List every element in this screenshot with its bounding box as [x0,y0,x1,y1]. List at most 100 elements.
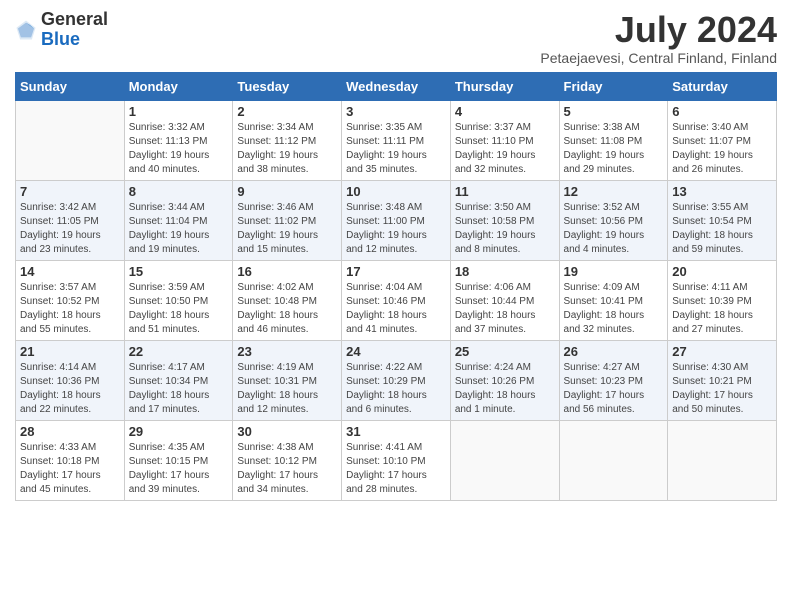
day-number: 17 [346,264,446,279]
day-info: Sunrise: 3:40 AM Sunset: 11:07 PM Daylig… [672,121,772,177]
logo-text: General Blue [41,10,108,50]
calendar-cell [16,100,125,180]
location-subtitle: Petaejaevesi, Central Finland, Finland [540,50,777,66]
calendar-cell: 1 Sunrise: 3:32 AM Sunset: 11:13 PM Dayli… [124,100,233,180]
day-info: Sunrise: 3:50 AM Sunset: 10:58 PM Daylig… [455,201,555,257]
day-number: 25 [455,344,555,359]
calendar-cell: 24 Sunrise: 4:22 AM Sunset: 10:29 PM Dayl… [342,340,451,420]
day-number: 14 [20,264,120,279]
calendar-cell: 11 Sunrise: 3:50 AM Sunset: 10:58 PM Dayl… [450,180,559,260]
logo-general: General [41,10,108,30]
day-info: Sunrise: 3:37 AM Sunset: 11:10 PM Daylig… [455,121,555,177]
day-number: 26 [564,344,664,359]
day-info: Sunrise: 3:34 AM Sunset: 11:12 PM Daylig… [237,121,337,177]
day-number: 21 [20,344,120,359]
day-info: Sunrise: 4:33 AM Sunset: 10:18 PM Daylig… [20,441,120,497]
calendar-table: SundayMondayTuesdayWednesdayThursdayFrid… [15,72,777,501]
calendar-cell: 27Sunrise: 4:30 AM Sunset: 10:21 PM Dayl… [668,340,777,420]
header-thursday: Thursday [450,72,559,100]
day-info: Sunrise: 3:44 AM Sunset: 11:04 PM Daylig… [129,201,229,257]
calendar-cell: 14 Sunrise: 3:57 AM Sunset: 10:52 PM Dayl… [16,260,125,340]
day-number: 8 [129,184,229,199]
calendar-cell: 19Sunrise: 4:09 AM Sunset: 10:41 PM Dayl… [559,260,668,340]
day-info: Sunrise: 3:38 AM Sunset: 11:08 PM Daylig… [564,121,664,177]
calendar-cell: 4 Sunrise: 3:37 AM Sunset: 11:10 PM Dayli… [450,100,559,180]
header-saturday: Saturday [668,72,777,100]
day-number: 4 [455,104,555,119]
calendar-cell: 30 Sunrise: 4:38 AM Sunset: 10:12 PM Dayl… [233,420,342,500]
day-info: Sunrise: 4:17 AM Sunset: 10:34 PM Daylig… [129,361,229,417]
day-number: 5 [564,104,664,119]
calendar-week-row: 28 Sunrise: 4:33 AM Sunset: 10:18 PM Dayl… [16,420,777,500]
header-sunday: Sunday [16,72,125,100]
logo: General Blue [15,10,108,50]
day-info: Sunrise: 4:06 AM Sunset: 10:44 PM Daylig… [455,281,555,337]
day-number: 31 [346,424,446,439]
calendar-cell: 31 Sunrise: 4:41 AM Sunset: 10:10 PM Dayl… [342,420,451,500]
day-info: Sunrise: 4:27 AM Sunset: 10:23 PM Daylig… [564,361,664,417]
day-info: Sunrise: 4:14 AM Sunset: 10:36 PM Daylig… [20,361,120,417]
calendar-cell: 25 Sunrise: 4:24 AM Sunset: 10:26 PM Dayl… [450,340,559,420]
logo-blue: Blue [41,30,108,50]
calendar-week-row: 14 Sunrise: 3:57 AM Sunset: 10:52 PM Dayl… [16,260,777,340]
day-info: Sunrise: 3:32 AM Sunset: 11:13 PM Daylig… [129,121,229,177]
calendar-cell: 5 Sunrise: 3:38 AM Sunset: 11:08 PM Dayli… [559,100,668,180]
day-number: 30 [237,424,337,439]
day-number: 18 [455,264,555,279]
calendar-week-row: 21 Sunrise: 4:14 AM Sunset: 10:36 PM Dayl… [16,340,777,420]
calendar-cell: 2 Sunrise: 3:34 AM Sunset: 11:12 PM Dayli… [233,100,342,180]
day-number: 24 [346,344,446,359]
day-number: 3 [346,104,446,119]
day-info: Sunrise: 4:02 AM Sunset: 10:48 PM Daylig… [237,281,337,337]
title-area: July 2024 Petaejaevesi, Central Finland,… [540,10,777,66]
day-number: 9 [237,184,337,199]
day-number: 10 [346,184,446,199]
day-number: 7 [20,184,120,199]
day-info: Sunrise: 3:35 AM Sunset: 11:11 PM Daylig… [346,121,446,177]
day-number: 2 [237,104,337,119]
page-header: General Blue July 2024 Petaejaevesi, Cen… [15,10,777,66]
header-tuesday: Tuesday [233,72,342,100]
calendar-cell: 28 Sunrise: 4:33 AM Sunset: 10:18 PM Dayl… [16,420,125,500]
calendar-cell: 22Sunrise: 4:17 AM Sunset: 10:34 PM Dayl… [124,340,233,420]
day-info: Sunrise: 3:57 AM Sunset: 10:52 PM Daylig… [20,281,120,337]
month-year-title: July 2024 [540,10,777,50]
calendar-cell: 10 Sunrise: 3:48 AM Sunset: 11:00 PM Dayl… [342,180,451,260]
calendar-header-row: SundayMondayTuesdayWednesdayThursdayFrid… [16,72,777,100]
header-wednesday: Wednesday [342,72,451,100]
day-info: Sunrise: 4:22 AM Sunset: 10:29 PM Daylig… [346,361,446,417]
calendar-cell [559,420,668,500]
day-info: Sunrise: 4:24 AM Sunset: 10:26 PM Daylig… [455,361,555,417]
day-info: Sunrise: 4:35 AM Sunset: 10:15 PM Daylig… [129,441,229,497]
calendar-cell: 12Sunrise: 3:52 AM Sunset: 10:56 PM Dayl… [559,180,668,260]
calendar-cell [668,420,777,500]
day-info: Sunrise: 4:30 AM Sunset: 10:21 PM Daylig… [672,361,772,417]
day-number: 15 [129,264,229,279]
calendar-cell: 8 Sunrise: 3:44 AM Sunset: 11:04 PM Dayli… [124,180,233,260]
day-info: Sunrise: 4:11 AM Sunset: 10:39 PM Daylig… [672,281,772,337]
day-number: 11 [455,184,555,199]
calendar-week-row: 7 Sunrise: 3:42 AM Sunset: 11:05 PM Dayli… [16,180,777,260]
day-info: Sunrise: 3:42 AM Sunset: 11:05 PM Daylig… [20,201,120,257]
day-number: 23 [237,344,337,359]
day-info: Sunrise: 3:48 AM Sunset: 11:00 PM Daylig… [346,201,446,257]
day-info: Sunrise: 4:19 AM Sunset: 10:31 PM Daylig… [237,361,337,417]
day-info: Sunrise: 3:55 AM Sunset: 10:54 PM Daylig… [672,201,772,257]
calendar-cell: 16Sunrise: 4:02 AM Sunset: 10:48 PM Dayl… [233,260,342,340]
day-info: Sunrise: 4:04 AM Sunset: 10:46 PM Daylig… [346,281,446,337]
day-info: Sunrise: 4:38 AM Sunset: 10:12 PM Daylig… [237,441,337,497]
header-monday: Monday [124,72,233,100]
calendar-cell: 3 Sunrise: 3:35 AM Sunset: 11:11 PM Dayli… [342,100,451,180]
calendar-cell: 29Sunrise: 4:35 AM Sunset: 10:15 PM Dayl… [124,420,233,500]
calendar-cell: 17 Sunrise: 4:04 AM Sunset: 10:46 PM Dayl… [342,260,451,340]
day-info: Sunrise: 4:41 AM Sunset: 10:10 PM Daylig… [346,441,446,497]
calendar-cell: 15 Sunrise: 3:59 AM Sunset: 10:50 PM Dayl… [124,260,233,340]
day-number: 28 [20,424,120,439]
day-number: 13 [672,184,772,199]
calendar-cell: 6Sunrise: 3:40 AM Sunset: 11:07 PM Dayli… [668,100,777,180]
day-info: Sunrise: 3:59 AM Sunset: 10:50 PM Daylig… [129,281,229,337]
header-friday: Friday [559,72,668,100]
logo-icon [15,19,37,41]
day-number: 1 [129,104,229,119]
day-number: 20 [672,264,772,279]
